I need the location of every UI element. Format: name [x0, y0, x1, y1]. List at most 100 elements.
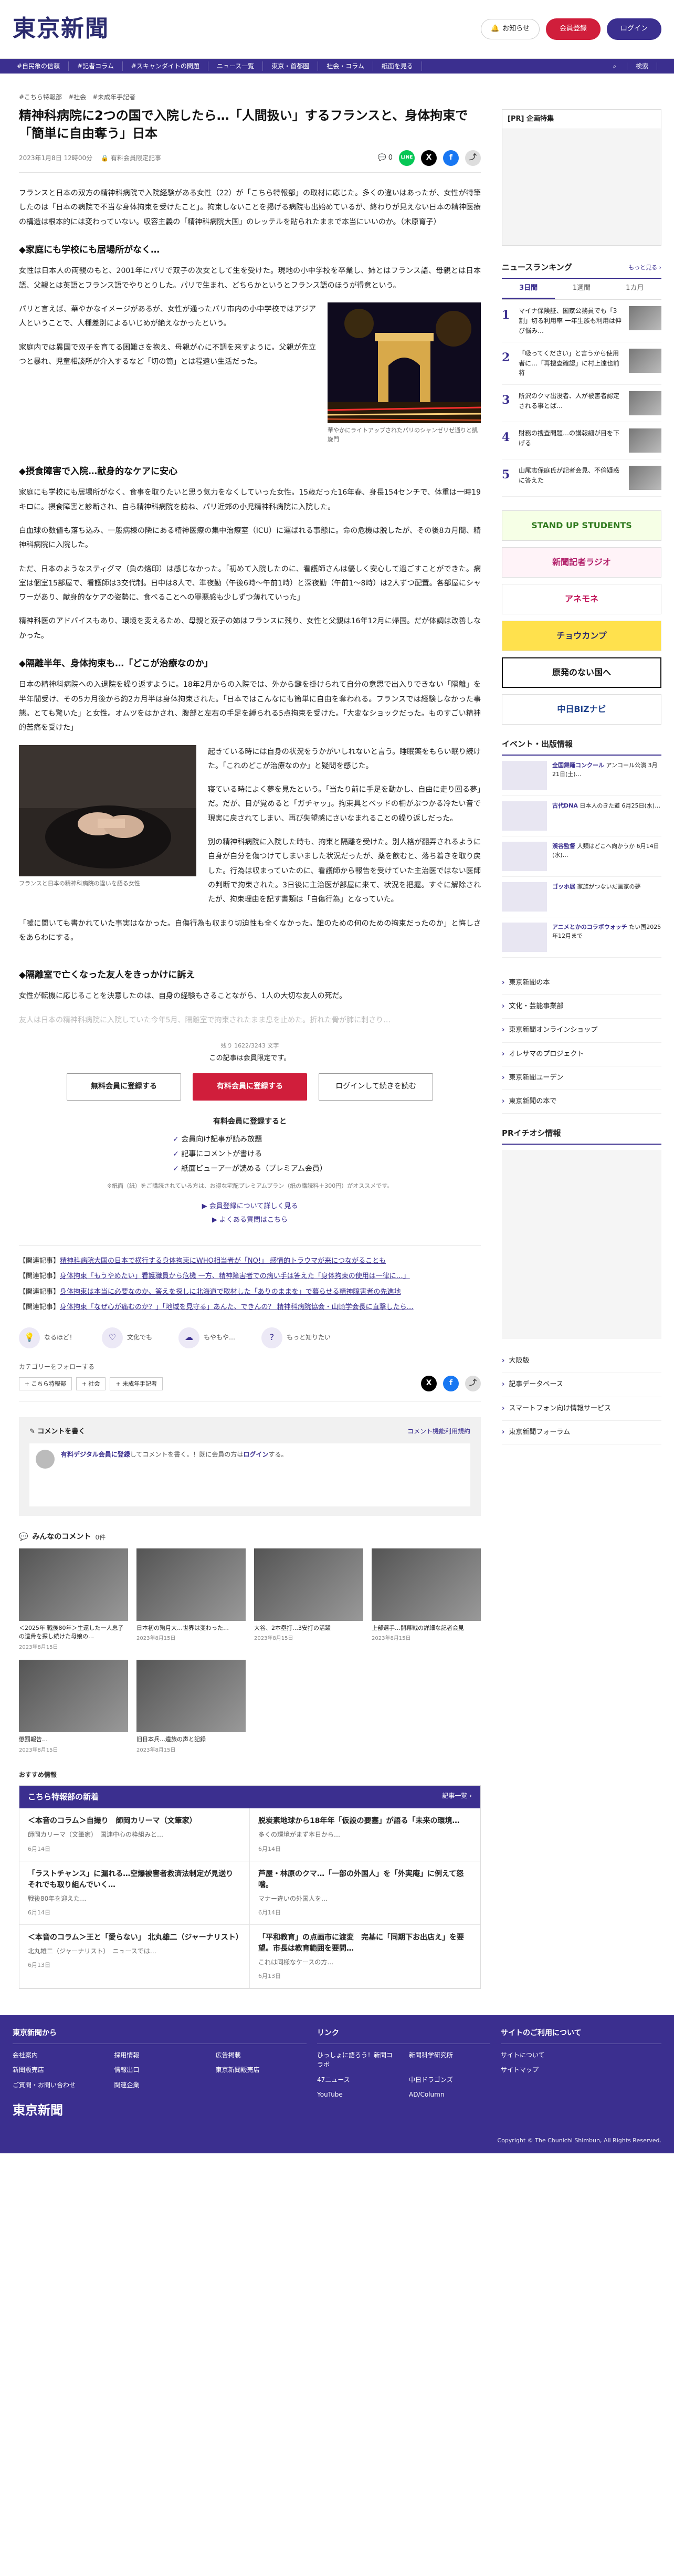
series-item[interactable]: ＜本音のコラム＞自撮り 師岡カリーマ（文筆家） 師岡カリーマ（文筆家） 国連中心の… — [19, 1808, 250, 1861]
banner-biz-navi[interactable]: 中日BiZナビ — [502, 694, 661, 725]
digital-register-link[interactable]: 有料デジタル会員に登録 — [61, 1451, 130, 1458]
comment-count[interactable]: 💬 0 — [378, 153, 393, 163]
banner-anemone[interactable]: アネモネ — [502, 583, 661, 614]
sidebar-link[interactable]: 東京新聞の本で — [502, 1090, 661, 1114]
banner-choukanpu[interactable]: チョウカンプ — [502, 620, 661, 651]
footer-link[interactable]: AD/Column — [409, 2090, 490, 2100]
ranking-item[interactable]: 5 山尾志保庭氏が記者会見、不倫疑惑に答えた — [502, 459, 661, 497]
footer-link[interactable]: 情報出口 — [114, 2065, 205, 2075]
series-item[interactable]: ＜本音のコラム＞王と「愛らない」 北丸雄二（ジャーナリスト） 北丸雄二（ジャーナリ… — [19, 1924, 250, 1989]
recommended-card[interactable]: 上部選手…開幕戦の詳細な記者会見 2023年8月15日 — [372, 1548, 481, 1652]
register-button[interactable]: 会員登録 — [545, 18, 601, 40]
footer-link[interactable]: ご質問・お問い合わせ — [13, 2080, 103, 2090]
banner-radio[interactable]: 新聞記者ラジオ — [502, 547, 661, 578]
nav-item[interactable]: 社会・コラム — [318, 61, 373, 71]
pr-feature-box[interactable]: [PR] 企画特集 — [502, 109, 661, 246]
ranking-more-link[interactable]: もっと見る › — [628, 263, 661, 272]
related-link[interactable]: 身体拘束は本当に必要なのか、答えを探しに北海道で取材した「ありのままを」で暮らせ… — [60, 1288, 401, 1296]
nav-item[interactable]: 紙面を見る — [373, 61, 422, 71]
follow-tag-button[interactable]: + 未成年手記者 — [110, 1377, 163, 1390]
tag-link[interactable]: #未成年手記者 — [92, 92, 135, 102]
footer-link[interactable]: サイトについて — [501, 2050, 661, 2060]
ranking-item[interactable]: 1 マイナ保険証、国家公務員でも「3割」切る利用率 一年生族も利用は伸び悩み… — [502, 300, 661, 343]
recommended-card[interactable]: 大谷、2本塁打…3安打の活躍 2023年8月15日 — [254, 1548, 363, 1652]
tab-1month[interactable]: 1カ月 — [608, 279, 661, 299]
sidebar-link[interactable]: スマートフォン向け情報サービス — [502, 1397, 661, 1421]
faq-link[interactable]: ▶ よくある質問はこちら — [19, 1213, 481, 1227]
event-item[interactable]: アニメとかのコラボウォッチ たい国2025年12月まで — [502, 917, 661, 958]
series-item[interactable]: 脱炭素地球から18年年「仮設の要塞」が語る「未来の環境… 多くの環境がまず本日から… — [250, 1808, 480, 1861]
footer-link[interactable]: 中日ドラゴンズ — [409, 2075, 490, 2085]
sidebar-link[interactable]: オレサマのプロジェクト — [502, 1043, 661, 1066]
share-icon[interactable]: ⤴ — [465, 150, 481, 166]
nav-search[interactable]: ⌕ 検索 — [596, 61, 666, 71]
pr-feature-area[interactable] — [502, 1150, 661, 1339]
free-register-button[interactable]: 無料会員に登録する — [67, 1073, 181, 1101]
reaction-moyamoya[interactable]: ☁ もやもや… — [178, 1327, 235, 1348]
reaction-motto[interactable]: ? もっと知りたい — [261, 1327, 331, 1348]
nav-item[interactable]: 東京・首都圏 — [263, 61, 319, 71]
recommended-card[interactable]: 旧日本兵…遺族の声と記録 2023年8月15日 — [136, 1660, 246, 1754]
footer-link[interactable]: 採用情報 — [114, 2050, 205, 2060]
nav-item[interactable]: #自民象の信頼 — [8, 61, 69, 71]
comment-login-link[interactable]: ログイン — [243, 1451, 268, 1458]
footer-link[interactable]: 会社案内 — [13, 2050, 103, 2060]
nav-item[interactable]: #記者コラム — [69, 61, 123, 71]
sidebar-link[interactable]: 大阪版 — [502, 1349, 661, 1374]
facebook-share-icon[interactable]: f — [443, 1376, 459, 1392]
tab-1week[interactable]: 1週間 — [555, 279, 608, 299]
site-logo[interactable]: 東京新聞 — [13, 11, 109, 47]
paid-register-button[interactable]: 有料会員に登録する — [193, 1073, 307, 1101]
line-share-icon[interactable]: LINE — [399, 150, 415, 166]
footer-link[interactable]: YouTube — [317, 2090, 398, 2100]
x-share-icon[interactable]: X — [421, 1376, 437, 1392]
comment-input-area[interactable]: 有料デジタル会員に登録してコメントを書く。！既に会員の方はログインする。 — [29, 1443, 470, 1507]
footer-link[interactable]: ひっしょに語ろう！新聞コラボ — [317, 2050, 398, 2070]
series-more-link[interactable]: 記事一覧 › — [442, 1791, 472, 1803]
tab-3days[interactable]: 3日間 — [502, 279, 555, 300]
sidebar-link[interactable]: 東京新聞フォーラム — [502, 1421, 661, 1444]
tag-link[interactable]: #社会 — [68, 92, 86, 102]
recommended-card[interactable]: 日本初の殉月大…世界は変わった… 2023年8月15日 — [136, 1548, 246, 1652]
sidebar-link[interactable]: 記事データベース — [502, 1373, 661, 1397]
footer-link[interactable]: 広告掲載 — [216, 2050, 307, 2060]
recommended-card[interactable]: ＜2025年 戦後80年＞生還した一人息子の遺骨を探し続けた母娘の… 2023年8… — [19, 1548, 128, 1652]
event-item[interactable]: 渓谷監督 人類はどこへ向かうか 6月14日(水)… — [502, 836, 661, 877]
reaction-naruhodo[interactable]: 💡 なるほど！ — [19, 1327, 76, 1348]
event-item[interactable]: ゴッホ展 家族がつないだ画家の夢 — [502, 877, 661, 918]
related-link[interactable]: 身体拘束「なぜ心が痛むのか？」「地域を見守る」あんた、できんの？ 精神科病院協会… — [60, 1303, 414, 1311]
ranking-item[interactable]: 4 財務の捜査問題…の講報細が目を下げる — [502, 422, 661, 459]
sidebar-link[interactable]: 文化・芸能事業部 — [502, 995, 661, 1019]
series-item[interactable]: 「ラストチャンス」に漏れる…空爆被害者救済法制定が見送り それでも取り組んでいく… — [19, 1861, 250, 1925]
event-item[interactable]: 全国舞踊コンクール アンコール公演 3月21日(土)… — [502, 756, 661, 797]
series-item[interactable]: 芦屋・林原のクマ…「一部の外国人」を「外実庵」に例えて怒噛。 マナー違いの外国人を… — [250, 1861, 480, 1925]
sidebar-link[interactable]: 東京新聞オンラインショップ — [502, 1019, 661, 1043]
recommended-card[interactable]: 懲罰報告… 2023年8月15日 — [19, 1660, 128, 1754]
footer-link[interactable]: 関連企業 — [114, 2080, 205, 2090]
login-continue-button[interactable]: ログインして続きを読む — [319, 1073, 433, 1101]
banner-stand-up[interactable]: STAND UP STUDENTS — [502, 510, 661, 541]
footer-link[interactable]: サイトマップ — [501, 2065, 661, 2075]
follow-tag-button[interactable]: + 社会 — [76, 1377, 106, 1390]
nav-item[interactable]: #スキャンダイトの問題 — [123, 61, 208, 71]
related-link[interactable]: 身体拘束「もうやめたい」看護職員から危機 一方、精神障害者での病い手は答えた「身… — [60, 1272, 410, 1280]
comment-rules-link[interactable]: コメント機能利用規約 — [407, 1427, 470, 1437]
reaction-bunka[interactable]: ♡ 文化でも — [102, 1327, 152, 1348]
sidebar-link[interactable]: 東京新聞ユーデン — [502, 1066, 661, 1090]
ranking-item[interactable]: 2 「吸ってください」と言うから使用者に…「再捜査確認」に村上達也前将 — [502, 342, 661, 385]
footer-link[interactable]: 東京新聞販売店 — [216, 2065, 307, 2075]
login-button[interactable]: ログイン — [606, 18, 661, 40]
sidebar-link[interactable]: 東京新聞の本 — [502, 971, 661, 996]
footer-link[interactable]: 新聞販売店 — [13, 2065, 103, 2075]
footer-logo[interactable]: 東京新聞 — [13, 2100, 307, 2120]
nav-item[interactable]: ニュース一覧 — [208, 61, 264, 71]
event-item[interactable]: 古代DNA 日本人のきた道 6月25日(水)… — [502, 796, 661, 837]
notifications-button[interactable]: 🔔 お知らせ — [481, 19, 540, 39]
tag-link[interactable]: #こちら特報部 — [19, 92, 62, 102]
membership-info-link[interactable]: ▶ 会員登録について詳しく見る — [19, 1200, 481, 1213]
facebook-share-icon[interactable]: f — [443, 150, 459, 166]
series-item[interactable]: 「平和教育」の点画市に渡変 完基に「同期下お出店え」を要望。市長は教育範囲を要問… — [250, 1925, 480, 1989]
x-share-icon[interactable]: X — [421, 150, 437, 166]
ranking-item[interactable]: 3 所沢のクマ出没者、人が被害者認定される事とば… — [502, 385, 661, 422]
footer-link[interactable]: 47ニュース — [317, 2075, 398, 2085]
